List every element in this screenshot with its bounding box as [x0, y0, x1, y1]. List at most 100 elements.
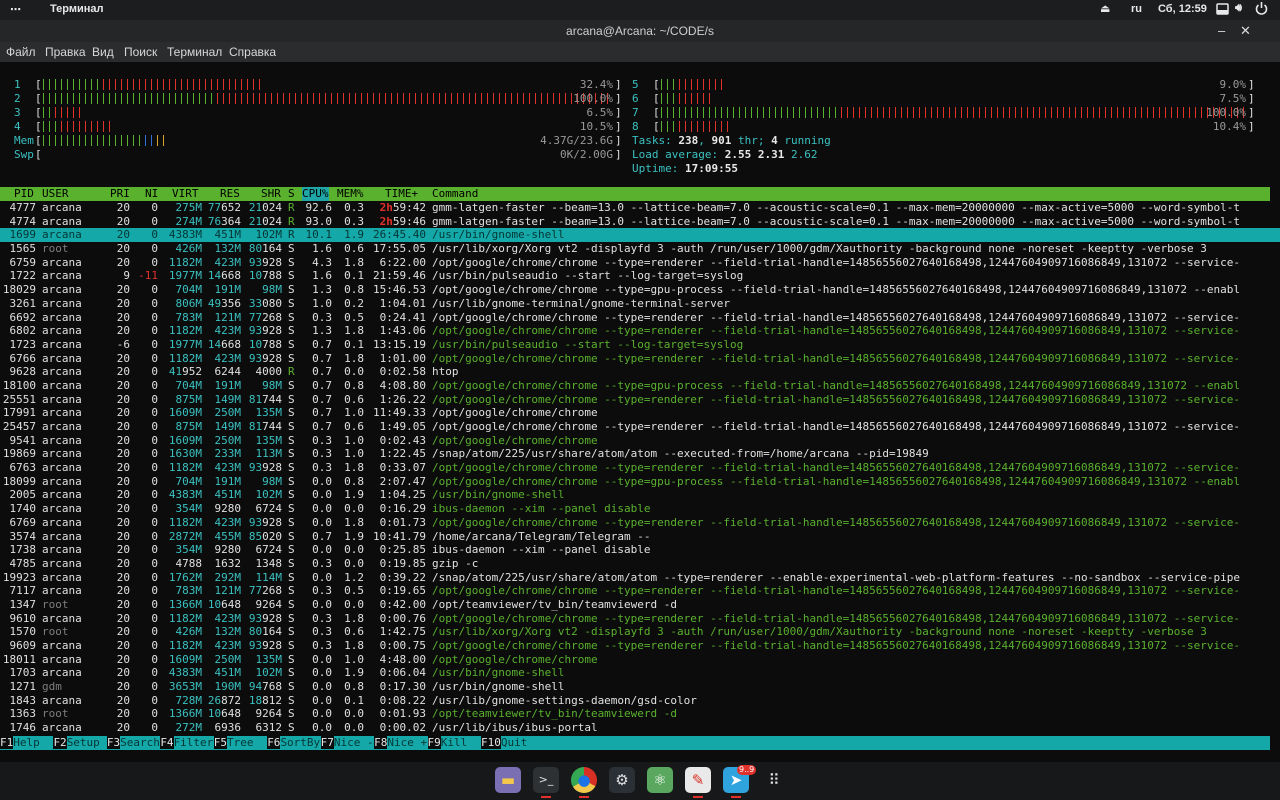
evince-icon[interactable]: ✎ — [685, 767, 711, 793]
process-table-header[interactable]: PID USER PRI NI VIRT RES SHR S CPU% MEM%… — [0, 187, 1270, 201]
fkey-f6[interactable]: F6SortBy — [267, 736, 320, 750]
menu-view[interactable]: Вид — [92, 45, 114, 59]
col-pri[interactable]: PRI — [110, 187, 130, 201]
table-row[interactable]: 25551 arcana 20 0 875M 149M 81744 S 0.7 0.6 1:26.2… — [0, 393, 1280, 407]
cell-time: 0:17.30 — [379, 680, 426, 694]
cell-time: 0:00.02 — [379, 721, 426, 735]
table-row[interactable]: 6766 arcana 20 0 1182M 423M 93928 S 0.7 1.8 1:01.0… — [0, 352, 1280, 366]
fkey-f3[interactable]: F3Search — [106, 736, 160, 750]
col-pid[interactable]: PID — [14, 187, 34, 201]
fkey-f4[interactable]: F4Filter — [160, 736, 213, 750]
active-app-label[interactable]: Терминал — [50, 3, 104, 15]
col-res[interactable]: RES — [220, 187, 240, 201]
process-list[interactable]: 4777 arcana 20 0 275M 77652 21024 R 92.6 0.3 2h59:… — [0, 201, 1280, 735]
fkey-key: F10 — [480, 736, 501, 749]
volume-icon[interactable]: 🔊︎ — [1235, 2, 1242, 15]
clock[interactable]: Сб, 12:59 — [1158, 3, 1207, 15]
terminal-view[interactable]: 1[32.4%] 2[100.0%] 3[6.5%] 4[10.5%] 5[9.0%] 6… — [0, 62, 1280, 770]
col-s[interactable]: S — [288, 187, 295, 201]
table-row[interactable]: 1738 arcana 20 0 354M 9280 6724 S 0.0 0.0 0:25.85 i… — [0, 543, 1280, 557]
table-row[interactable]: 3261 arcana 20 0 806M 49356 33080 S 1.0 0.2 1:04.0… — [0, 297, 1280, 311]
table-row[interactable]: 6759 arcana 20 0 1182M 423M 93928 S 4.3 1.8 6:22.0… — [0, 256, 1280, 270]
cell-mem: 1.9 — [344, 228, 364, 242]
table-row[interactable]: 1570 root 20 0 426M 132M 80164 S 0.3 0.6 1:42.75/u… — [0, 625, 1280, 639]
apps-grid-icon[interactable]: ⠿ — [761, 767, 787, 793]
table-row[interactable]: 18011 arcana 20 0 1609M 250M 135M S 0.0 1.0 4:48.0… — [0, 653, 1280, 667]
eject-icon[interactable]: ⏏ — [1100, 2, 1110, 15]
table-row[interactable]: 17991 arcana 20 0 1609M 250M 135M S 0.7 1.0 11:49.… — [0, 406, 1280, 420]
fkey-f7[interactable]: F7Nice - — [320, 736, 374, 750]
activities-menu-icon[interactable]: ⋯ — [10, 3, 21, 16]
terminal-icon[interactable]: >_ — [533, 767, 559, 793]
col-mem[interactable]: MEM% — [337, 187, 364, 201]
table-row[interactable]: 1723 arcana -6 0 1977M 14668 10788 S 0.7 0.1 13:15… — [0, 338, 1280, 352]
cell-state: S — [288, 502, 295, 516]
menu-search[interactable]: Поиск — [124, 45, 157, 59]
col-virt[interactable]: VIRT — [172, 187, 199, 201]
menu-help[interactable]: Справка — [229, 45, 276, 59]
table-row[interactable]: 7117 arcana 20 0 783M 121M 77268 S 0.3 0.5 0:19.65… — [0, 584, 1280, 598]
fkey-f1[interactable]: F1Help — [0, 736, 53, 750]
table-row[interactable]: 1565 root 20 0 426M 132M 80164 S 1.6 0.6 17:55.05 /… — [0, 242, 1280, 256]
table-row[interactable]: 4777 arcana 20 0 275M 77652 21024 R 92.6 0.3 2h59:… — [0, 201, 1280, 215]
col-cpu-sorted[interactable]: CPU% — [302, 187, 329, 201]
fkey-f8[interactable]: F8Nice + — [374, 736, 427, 750]
menu-edit[interactable]: Правка — [45, 45, 86, 59]
table-row[interactable]: 18099 arcana 20 0 704M 191M 98M S 0.0 0.8 2:07.47 /… — [0, 475, 1280, 489]
table-row[interactable]: 9610 arcana 20 0 1182M 423M 93928 S 0.3 1.8 0:00.7… — [0, 612, 1280, 626]
menu-terminal[interactable]: Терминал — [167, 45, 222, 59]
table-row[interactable]: 9541 arcana 20 0 1609M 250M 135M S 0.3 1.0 0:02.43… — [0, 434, 1280, 448]
power-icon[interactable] — [1255, 1, 1268, 18]
table-row[interactable]: 6692 arcana 20 0 783M 121M 77268 S 0.3 0.5 0:24.41… — [0, 311, 1280, 325]
table-row[interactable]: 25457 arcana 20 0 875M 149M 81744 S 0.7 0.6 1:49.0… — [0, 420, 1280, 434]
window-overview-icon[interactable] — [1216, 3, 1229, 18]
table-row[interactable]: 2005 arcana 20 0 4383M 451M 102M S 0.0 1.9 1:04.25… — [0, 488, 1280, 502]
steam-icon[interactable]: ⚙ — [609, 767, 635, 793]
table-row[interactable]: 1271 gdm 20 0 3653M 190M 94768 S 0.0 0.8 0:17.30/u… — [0, 680, 1280, 694]
table-row[interactable]: 1722 arcana 9 -11 1977M 14668 10788 S 1.6 0.1 21:5… — [0, 269, 1280, 283]
table-row[interactable]: 19869 arcana 20 0 1630M 233M 113M S 0.3 1.0 1:22.4… — [0, 447, 1280, 461]
window-titlebar[interactable]: arcana@Arcana: ~/CODE/s ‒ ✕ — [0, 20, 1280, 42]
fkey-f9[interactable]: F9Kill — [427, 736, 481, 750]
col-user[interactable]: USER — [42, 187, 69, 201]
table-row[interactable]: 1703 arcana 20 0 4383M 451M 102M S 0.0 1.9 0:06.04… — [0, 666, 1280, 680]
cell-command: /usr/lib/gnome-settings-daemon/gsd-color — [432, 693, 697, 707]
minimize-button[interactable]: ‒ — [1218, 23, 1225, 38]
cell-pid: 4774 — [9, 214, 37, 228]
table-row[interactable]: 9609 arcana 20 0 1182M 423M 93928 S 0.3 1.8 0:00.7… — [0, 639, 1280, 653]
table-row[interactable]: 9628 arcana 20 0 41952 6244 4000 R 0.7 0.0 0:02.58… — [0, 365, 1280, 379]
col-shr[interactable]: SHR — [261, 187, 281, 201]
fkey-f10[interactable]: F10Quit — [480, 736, 527, 750]
table-row-selected[interactable]: 1699 arcana 20 0 4383M 451M 102M R 10.1 1.9 26:45.… — [0, 228, 1280, 243]
table-row[interactable]: 6802 arcana 20 0 1182M 423M 93928 S 1.3 1.8 1:43.0… — [0, 324, 1280, 338]
col-time[interactable]: TIME+ — [385, 187, 418, 201]
table-row[interactable]: 6769 arcana 20 0 1182M 423M 93928 S 0.0 1.8 0:01.7… — [0, 516, 1280, 530]
fkey-f2[interactable]: F2Setup — [53, 736, 106, 750]
chrome-icon[interactable]: ● — [571, 767, 597, 793]
menu-file[interactable]: Файл — [6, 45, 36, 59]
load-average-line: Load average: 2.55 2.31 2.62 — [632, 148, 818, 161]
mem-meter-bracket-right: ] — [615, 134, 622, 147]
table-row[interactable]: 18100 arcana 20 0 704M 191M 98M S 0.7 0.8 4:08.80 /… — [0, 379, 1280, 393]
cell-time: 4:48.00 — [379, 652, 426, 666]
table-row[interactable]: 6763 arcana 20 0 1182M 423M 93928 S 0.3 1.8 0:33.0… — [0, 461, 1280, 475]
table-row[interactable]: 18029 arcana 20 0 704M 191M 98M S 1.3 0.8 15:46.53… — [0, 283, 1280, 297]
keyboard-layout-indicator[interactable]: ru — [1131, 3, 1142, 15]
table-row[interactable]: 1740 arcana 20 0 354M 9280 6724 S 0.0 0.0 0:16.29 i… — [0, 502, 1280, 516]
col-ni[interactable]: NI — [145, 187, 158, 201]
col-command[interactable]: Command — [432, 187, 478, 201]
atom-icon[interactable]: ⚛ — [647, 767, 673, 793]
table-row[interactable]: 4774 arcana 20 0 274M 76364 21024 R 93.0 0.3 2h59:… — [0, 215, 1280, 229]
table-row[interactable]: 1347 root 20 0 1366M 10648 9264 S 0.0 0.0 0:42.00 /… — [0, 598, 1280, 612]
table-row[interactable]: 1843 arcana 20 0 728M 26872 18812 S 0.0 0.1 0:08.2… — [0, 694, 1280, 708]
table-row[interactable]: 3574 arcana 20 0 2872M 455M 85020 S 0.7 1.9 10:41.… — [0, 530, 1280, 544]
table-row[interactable]: 4785 arcana 20 0 4788 1632 1348 S 0.3 0.0 0:19.85 g… — [0, 557, 1280, 571]
table-row[interactable]: 1746 arcana 20 0 272M 6936 6312 S 0.0 0.0 0:00.02 /… — [0, 721, 1280, 735]
table-row[interactable]: 1363 root 20 0 1366M 10648 9264 S 0.0 0.0 0:01.93 /… — [0, 707, 1280, 721]
cell-time: 15:46.53 — [373, 283, 426, 297]
files-icon[interactable]: ▬ — [495, 767, 521, 793]
close-button[interactable]: ✕ — [1240, 23, 1251, 39]
table-row[interactable]: 19923 arcana 20 0 1762M 292M 114M S 0.0 1.2 0:39.2… — [0, 571, 1280, 585]
fkey-f5[interactable]: F5Tree — [213, 736, 267, 750]
cell-pri: 20 — [116, 693, 130, 707]
